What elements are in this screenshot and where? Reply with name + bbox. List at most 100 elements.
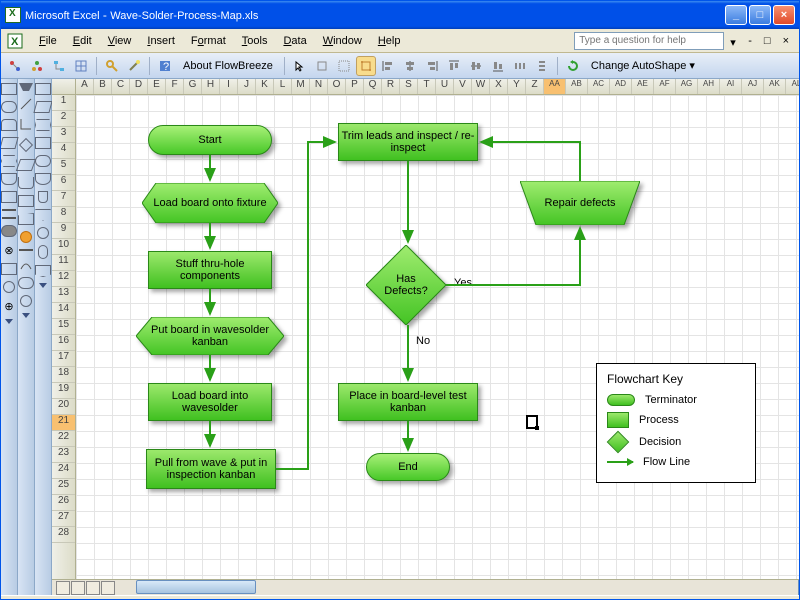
row-header-2[interactable]: 2 <box>52 111 75 127</box>
maximize-button[interactable]: □ <box>749 5 771 25</box>
hscroll-thumb[interactable] <box>136 580 256 594</box>
p3-db-icon[interactable] <box>38 245 48 259</box>
line-angle-icon[interactable] <box>19 97 33 111</box>
row-header-5[interactable]: 5 <box>52 159 75 175</box>
menu-insert[interactable]: Insert <box>139 32 183 50</box>
col-header-M[interactable]: M <box>292 79 310 94</box>
shape-start[interactable]: Start <box>148 125 272 155</box>
shape-small-circle-icon[interactable] <box>20 295 32 307</box>
hscroll-track[interactable] <box>136 580 798 595</box>
row-header-28[interactable]: 28 <box>52 527 75 543</box>
row-header-20[interactable]: 20 <box>52 399 75 415</box>
close-button[interactable]: × <box>773 5 795 25</box>
col-header-T[interactable]: T <box>418 79 436 94</box>
col-header-AE[interactable]: AE <box>632 79 654 94</box>
col-header-C[interactable]: C <box>112 79 130 94</box>
col-header-Y[interactable]: Y <box>508 79 526 94</box>
menu-file[interactable]: FFileile <box>31 32 65 50</box>
shape-trim[interactable]: Trim leads and inspect / re-inspect <box>338 123 478 161</box>
p3-offpage-icon[interactable] <box>35 265 51 277</box>
row-header-23[interactable]: 23 <box>52 447 75 463</box>
col-header-B[interactable]: B <box>94 79 112 94</box>
palette-dropdown-icon[interactable] <box>5 319 13 327</box>
col-header-J[interactable]: J <box>238 79 256 94</box>
p3-storage-icon[interactable] <box>38 191 48 203</box>
col-header-R[interactable]: R <box>382 79 400 94</box>
col-header-AA[interactable]: AA <box>544 79 566 94</box>
col-header-AK[interactable]: AK <box>764 79 786 94</box>
col-header-I[interactable]: I <box>220 79 238 94</box>
row-header-24[interactable]: 24 <box>52 463 75 479</box>
shape-sum-icon[interactable]: ⊕ <box>2 299 16 313</box>
shape-conn-orange-icon[interactable] <box>20 231 32 243</box>
shape-repair[interactable]: Repair defects <box>520 181 640 225</box>
shape-place[interactable]: Place in board-level test kanban <box>338 383 478 421</box>
distribute-v-icon[interactable] <box>532 56 552 76</box>
shape-connector-icon[interactable]: ⊗ <box>2 243 16 257</box>
col-header-AH[interactable]: AH <box>698 79 720 94</box>
minimize-button[interactable]: _ <box>725 5 747 25</box>
shape-line-icon[interactable] <box>2 209 16 211</box>
col-header-V[interactable]: V <box>454 79 472 94</box>
shape-data-icon[interactable] <box>1 137 19 149</box>
shape-curve-icon[interactable] <box>19 257 33 271</box>
row-header-1[interactable]: 1 <box>52 95 75 111</box>
col-header-AD[interactable]: AD <box>610 79 632 94</box>
shape-decision-icon[interactable] <box>19 138 33 152</box>
p3-circle-icon[interactable] <box>37 227 49 239</box>
row-header-11[interactable]: 11 <box>52 255 75 271</box>
select-all-corner[interactable] <box>52 79 76 94</box>
tool-wand-icon[interactable] <box>124 56 144 76</box>
col-header-AJ[interactable]: AJ <box>742 79 764 94</box>
shape-terminator-icon[interactable] <box>1 101 17 113</box>
shape-pull[interactable]: Pull from wave & put in inspection kanba… <box>146 449 276 489</box>
row-header-3[interactable]: 3 <box>52 127 75 143</box>
col-header-D[interactable]: D <box>130 79 148 94</box>
row-header-21[interactable]: 21 <box>52 415 75 431</box>
canvas[interactable]: Start Load board onto fixture Stuff thru… <box>76 95 799 579</box>
p3-delay-icon[interactable] <box>35 173 51 185</box>
shape-process-icon[interactable] <box>1 83 17 95</box>
menu-view[interactable]: View <box>100 32 140 50</box>
snap-tool-icon[interactable] <box>312 56 332 76</box>
doc-restore-button[interactable]: □ <box>760 35 775 47</box>
p3-box-icon[interactable] <box>35 137 51 149</box>
shape-display-icon[interactable] <box>1 119 17 131</box>
doc-minimize-button[interactable]: - <box>744 35 756 47</box>
shape-stuff[interactable]: Stuff thru-hole components <box>148 251 272 289</box>
col-header-W[interactable]: W <box>472 79 490 94</box>
shape-card-icon[interactable] <box>18 177 34 189</box>
tool-key-icon[interactable] <box>102 56 122 76</box>
line-arrow-icon[interactable] <box>19 83 33 91</box>
col-header-AI[interactable]: AI <box>720 79 742 94</box>
p3-hex-icon[interactable] <box>35 119 51 131</box>
shape-predef-icon[interactable] <box>1 191 17 203</box>
align-top-icon[interactable] <box>444 56 464 76</box>
row-header-17[interactable]: 17 <box>52 351 75 367</box>
col-header-G[interactable]: G <box>184 79 202 94</box>
p3-extract-icon[interactable] <box>35 209 51 221</box>
palette2-dropdown-icon[interactable] <box>22 313 30 321</box>
about-flowbreeze-button[interactable]: About FlowBreeze <box>177 58 279 74</box>
line-elbow-icon[interactable] <box>19 117 33 131</box>
row-header-15[interactable]: 15 <box>52 319 75 335</box>
col-header-E[interactable]: E <box>148 79 166 94</box>
help-search-input[interactable] <box>574 32 724 50</box>
menu-format[interactable]: Format <box>183 32 234 50</box>
col-header-L[interactable]: L <box>274 79 292 94</box>
col-header-U[interactable]: U <box>436 79 454 94</box>
shape-doc-icon[interactable] <box>1 173 17 185</box>
shape-kanban[interactable]: Put board in wavesolder kanban <box>136 317 284 355</box>
grid-tool-icon[interactable] <box>334 56 354 76</box>
p3-stadium-icon[interactable] <box>35 155 51 167</box>
row-header-19[interactable]: 19 <box>52 383 75 399</box>
align-bottom-icon[interactable] <box>488 56 508 76</box>
shape-arrow-icon[interactable] <box>2 217 16 219</box>
tool-node2-icon[interactable] <box>27 56 47 76</box>
shape-manual-icon[interactable] <box>18 195 34 207</box>
menu-data[interactable]: Data <box>275 32 314 50</box>
tool-flow-icon[interactable] <box>49 56 69 76</box>
tool-help-icon[interactable]: ? <box>155 56 175 76</box>
align-center-icon[interactable] <box>400 56 420 76</box>
p3-para-icon[interactable] <box>33 101 52 113</box>
